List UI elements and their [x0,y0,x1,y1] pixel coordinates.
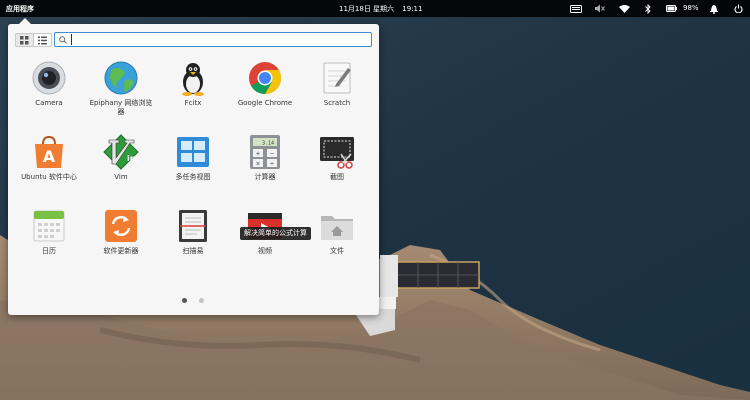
battery-icon[interactable] [664,0,678,17]
app-launcher: Camera Epiphany 网络浏览器 Fcitx Google Chrom… [8,18,379,315]
svg-text:3.14: 3.14 [262,141,274,147]
app-screenshot[interactable]: 截图 [301,134,373,208]
app-label: 扫描易 [182,247,204,255]
search-box [54,32,372,47]
wifi-icon[interactable] [617,0,631,17]
page-dot-1[interactable] [182,298,187,303]
multitask-icon [177,137,209,167]
app-label: 多任务视图 [175,173,211,181]
page-indicator [182,298,204,303]
app-scratch[interactable]: Scratch [301,60,373,134]
app-label: 软件更新器 [103,247,139,255]
app-vim[interactable]: im Vim [85,134,157,208]
app-label: 截图 [330,173,344,181]
bluetooth-icon[interactable] [642,0,654,17]
app-calculator[interactable]: 3.14 + − × ÷ 计算器 [229,134,301,208]
scanner-icon [179,210,207,242]
svg-text:×: × [255,161,260,168]
app-grid: Camera Epiphany 网络浏览器 Fcitx Google Chrom… [8,60,379,282]
app-label: 视频 [258,247,272,255]
list-icon [38,36,47,44]
app-label: Scratch [323,99,351,107]
panel-time: 19:11 [402,5,423,13]
app-epiphany[interactable]: Epiphany 网络浏览器 [85,60,157,134]
app-label: Epiphany 网络浏览器 [89,99,153,116]
svg-text:÷: ÷ [269,161,274,168]
notification-bell-icon[interactable] [708,0,720,17]
app-simple-scan[interactable]: 扫描易 [157,208,229,282]
folder-icon [321,216,353,240]
update-icon [105,210,137,242]
svg-text:+: + [255,151,260,158]
svg-text:−: − [269,151,274,158]
app-files[interactable]: 文件 [301,208,373,282]
shopping-bag-icon: A [35,135,63,168]
power-icon[interactable] [732,0,744,17]
page-dot-2[interactable] [199,298,204,303]
grid-icon [20,35,29,44]
app-software-updater[interactable]: 软件更新器 [85,208,157,282]
search-input[interactable] [71,34,361,45]
app-calendar[interactable]: 日历 [13,208,85,282]
panel-date: 11月18日 星期六 [339,5,395,13]
chrome-icon [249,62,282,95]
camera-icon [32,61,66,95]
globe-icon [104,61,138,95]
app-label: 计算器 [254,173,276,181]
app-label: Ubuntu 软件中心 [21,173,77,181]
battery-percentage: 98% [683,4,699,12]
keyboard-indicator-icon[interactable] [568,0,584,17]
svg-text:A: A [43,147,56,166]
app-label: Camera [35,99,63,107]
panel-clock[interactable]: 11月18日 星期六 19:11 [339,4,428,14]
applications-menu-button[interactable]: 应用程序 [6,4,34,14]
app-multitasking-view[interactable]: 多任务视图 [157,134,229,208]
notepad-icon [323,62,351,94]
search-icon [59,35,67,44]
app-label: Google Chrome [237,99,293,107]
app-label: Vim [114,173,128,181]
app-google-chrome[interactable]: Google Chrome [229,60,301,134]
app-videos[interactable]: 视频 [229,208,301,282]
top-panel: 应用程序 11月18日 星期六 19:11 98% [0,0,750,17]
category-view-button[interactable] [34,34,51,46]
vim-icon: im [103,134,139,170]
penguin-icon [182,63,204,96]
view-mode-toggle [15,33,52,47]
volume-muted-icon[interactable] [593,0,607,17]
app-label: 文件 [330,247,344,255]
grid-view-button[interactable] [16,34,34,46]
screenshot-icon [320,137,354,169]
calculator-icon: 3.14 + − × ÷ [250,135,280,169]
app-ubuntu-software-center[interactable]: A Ubuntu 软件中心 [13,134,85,208]
app-camera[interactable]: Camera [13,60,85,134]
app-fcitx[interactable]: Fcitx [157,60,229,134]
app-label: 日历 [42,247,56,255]
app-label: Fcitx [184,99,202,107]
calculator-tooltip: 解决简单的公式计算 [240,227,311,240]
calendar-icon [33,210,65,242]
svg-text:im: im [127,154,138,163]
